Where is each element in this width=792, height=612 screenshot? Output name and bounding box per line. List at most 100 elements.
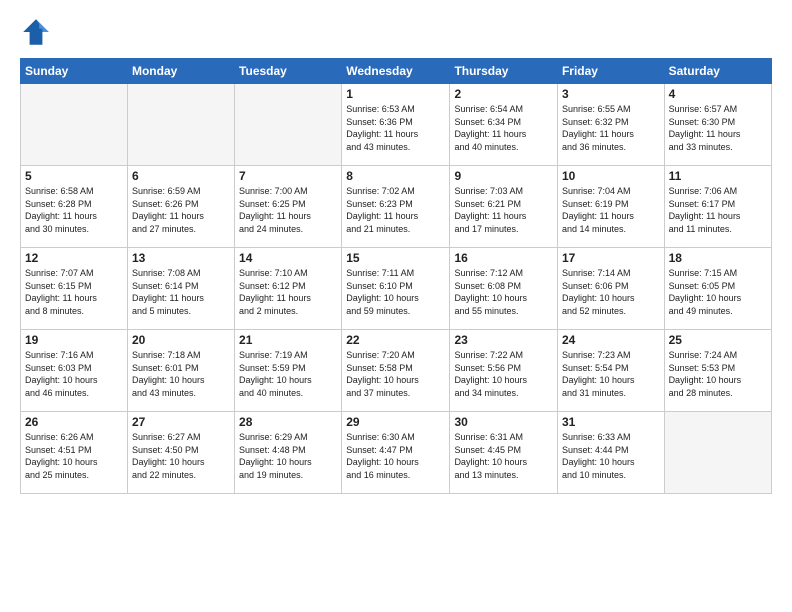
- day-number: 5: [25, 169, 123, 183]
- calendar-cell: 30 Sunrise: 6:31 AM Sunset: 4:45 PM Dayli…: [450, 412, 558, 494]
- day-info: Sunrise: 6:30 AM Sunset: 4:47 PM Dayligh…: [346, 431, 445, 481]
- calendar-cell: 25 Sunrise: 7:24 AM Sunset: 5:53 PM Dayli…: [664, 330, 771, 412]
- day-number: 30: [454, 415, 553, 429]
- day-info: Sunrise: 7:04 AM Sunset: 6:19 PM Dayligh…: [562, 185, 660, 235]
- day-number: 31: [562, 415, 660, 429]
- day-info: Sunrise: 7:03 AM Sunset: 6:21 PM Dayligh…: [454, 185, 553, 235]
- day-number: 22: [346, 333, 445, 347]
- day-number: 7: [239, 169, 337, 183]
- day-number: 6: [132, 169, 230, 183]
- day-number: 26: [25, 415, 123, 429]
- calendar-cell: 18 Sunrise: 7:15 AM Sunset: 6:05 PM Dayli…: [664, 248, 771, 330]
- day-number: 19: [25, 333, 123, 347]
- day-number: 13: [132, 251, 230, 265]
- page: SundayMondayTuesdayWednesdayThursdayFrid…: [0, 0, 792, 612]
- calendar-cell: 11 Sunrise: 7:06 AM Sunset: 6:17 PM Dayli…: [664, 166, 771, 248]
- weekday-tuesday: Tuesday: [235, 59, 342, 84]
- day-info: Sunrise: 6:55 AM Sunset: 6:32 PM Dayligh…: [562, 103, 660, 153]
- day-number: 16: [454, 251, 553, 265]
- calendar-cell: 28 Sunrise: 6:29 AM Sunset: 4:48 PM Dayli…: [235, 412, 342, 494]
- day-number: 11: [669, 169, 767, 183]
- day-info: Sunrise: 7:18 AM Sunset: 6:01 PM Dayligh…: [132, 349, 230, 399]
- calendar-cell: [235, 84, 342, 166]
- day-number: 25: [669, 333, 767, 347]
- weekday-sunday: Sunday: [21, 59, 128, 84]
- calendar-cell: 23 Sunrise: 7:22 AM Sunset: 5:56 PM Dayli…: [450, 330, 558, 412]
- day-number: 18: [669, 251, 767, 265]
- calendar-cell: 24 Sunrise: 7:23 AM Sunset: 5:54 PM Dayli…: [557, 330, 664, 412]
- day-info: Sunrise: 7:02 AM Sunset: 6:23 PM Dayligh…: [346, 185, 445, 235]
- day-info: Sunrise: 7:16 AM Sunset: 6:03 PM Dayligh…: [25, 349, 123, 399]
- day-number: 2: [454, 87, 553, 101]
- day-info: Sunrise: 7:10 AM Sunset: 6:12 PM Dayligh…: [239, 267, 337, 317]
- calendar-cell: [127, 84, 234, 166]
- day-info: Sunrise: 7:06 AM Sunset: 6:17 PM Dayligh…: [669, 185, 767, 235]
- day-info: Sunrise: 6:54 AM Sunset: 6:34 PM Dayligh…: [454, 103, 553, 153]
- calendar-cell: 13Sunrise: 7:08 AM Sunset: 6:14 PM Dayli…: [127, 248, 234, 330]
- day-number: 24: [562, 333, 660, 347]
- calendar-cell: 1 Sunrise: 6:53 AM Sunset: 6:36 PM Daylig…: [342, 84, 450, 166]
- day-info: Sunrise: 7:22 AM Sunset: 5:56 PM Dayligh…: [454, 349, 553, 399]
- calendar-cell: 2 Sunrise: 6:54 AM Sunset: 6:34 PM Daylig…: [450, 84, 558, 166]
- day-info: Sunrise: 7:19 AM Sunset: 5:59 PM Dayligh…: [239, 349, 337, 399]
- week-row-3: 19 Sunrise: 7:16 AM Sunset: 6:03 PM Dayli…: [21, 330, 772, 412]
- day-info: Sunrise: 7:15 AM Sunset: 6:05 PM Dayligh…: [669, 267, 767, 317]
- calendar-cell: 3 Sunrise: 6:55 AM Sunset: 6:32 PM Daylig…: [557, 84, 664, 166]
- day-number: 20: [132, 333, 230, 347]
- day-info: Sunrise: 7:14 AM Sunset: 6:06 PM Dayligh…: [562, 267, 660, 317]
- calendar-cell: 19 Sunrise: 7:16 AM Sunset: 6:03 PM Dayli…: [21, 330, 128, 412]
- week-row-4: 26Sunrise: 6:26 AM Sunset: 4:51 PM Dayli…: [21, 412, 772, 494]
- weekday-monday: Monday: [127, 59, 234, 84]
- week-row-2: 12 Sunrise: 7:07 AM Sunset: 6:15 PM Dayli…: [21, 248, 772, 330]
- day-info: Sunrise: 6:53 AM Sunset: 6:36 PM Dayligh…: [346, 103, 445, 153]
- calendar-cell: 10Sunrise: 7:04 AM Sunset: 6:19 PM Dayli…: [557, 166, 664, 248]
- day-info: Sunrise: 7:11 AM Sunset: 6:10 PM Dayligh…: [346, 267, 445, 317]
- day-info: Sunrise: 6:29 AM Sunset: 4:48 PM Dayligh…: [239, 431, 337, 481]
- day-number: 9: [454, 169, 553, 183]
- calendar-cell: 26Sunrise: 6:26 AM Sunset: 4:51 PM Dayli…: [21, 412, 128, 494]
- week-row-0: 1 Sunrise: 6:53 AM Sunset: 6:36 PM Daylig…: [21, 84, 772, 166]
- day-info: Sunrise: 7:07 AM Sunset: 6:15 PM Dayligh…: [25, 267, 123, 317]
- day-number: 17: [562, 251, 660, 265]
- day-number: 28: [239, 415, 337, 429]
- weekday-header-row: SundayMondayTuesdayWednesdayThursdayFrid…: [21, 59, 772, 84]
- day-info: Sunrise: 6:27 AM Sunset: 4:50 PM Dayligh…: [132, 431, 230, 481]
- day-number: 23: [454, 333, 553, 347]
- calendar-cell: 6 Sunrise: 6:59 AM Sunset: 6:26 PM Daylig…: [127, 166, 234, 248]
- calendar-cell: 14Sunrise: 7:10 AM Sunset: 6:12 PM Dayli…: [235, 248, 342, 330]
- day-number: 4: [669, 87, 767, 101]
- calendar-cell: 8 Sunrise: 7:02 AM Sunset: 6:23 PM Daylig…: [342, 166, 450, 248]
- calendar-cell: 16Sunrise: 7:12 AM Sunset: 6:08 PM Dayli…: [450, 248, 558, 330]
- day-info: Sunrise: 6:31 AM Sunset: 4:45 PM Dayligh…: [454, 431, 553, 481]
- weekday-saturday: Saturday: [664, 59, 771, 84]
- week-row-1: 5Sunrise: 6:58 AM Sunset: 6:28 PM Daylig…: [21, 166, 772, 248]
- calendar-cell: 21 Sunrise: 7:19 AM Sunset: 5:59 PM Dayli…: [235, 330, 342, 412]
- weekday-wednesday: Wednesday: [342, 59, 450, 84]
- calendar-cell: 31 Sunrise: 6:33 AM Sunset: 4:44 PM Dayli…: [557, 412, 664, 494]
- calendar-cell: 9 Sunrise: 7:03 AM Sunset: 6:21 PM Daylig…: [450, 166, 558, 248]
- calendar-cell: 22 Sunrise: 7:20 AM Sunset: 5:58 PM Dayli…: [342, 330, 450, 412]
- day-info: Sunrise: 7:20 AM Sunset: 5:58 PM Dayligh…: [346, 349, 445, 399]
- day-info: Sunrise: 7:00 AM Sunset: 6:25 PM Dayligh…: [239, 185, 337, 235]
- calendar-table: SundayMondayTuesdayWednesdayThursdayFrid…: [20, 58, 772, 494]
- day-info: Sunrise: 6:59 AM Sunset: 6:26 PM Dayligh…: [132, 185, 230, 235]
- day-number: 21: [239, 333, 337, 347]
- calendar-cell: [664, 412, 771, 494]
- day-info: Sunrise: 6:33 AM Sunset: 4:44 PM Dayligh…: [562, 431, 660, 481]
- day-info: Sunrise: 7:23 AM Sunset: 5:54 PM Dayligh…: [562, 349, 660, 399]
- calendar-cell: 4 Sunrise: 6:57 AM Sunset: 6:30 PM Daylig…: [664, 84, 771, 166]
- header: [20, 16, 772, 48]
- logo: [20, 16, 56, 48]
- day-info: Sunrise: 7:24 AM Sunset: 5:53 PM Dayligh…: [669, 349, 767, 399]
- day-number: 8: [346, 169, 445, 183]
- day-number: 1: [346, 87, 445, 101]
- calendar-cell: 29Sunrise: 6:30 AM Sunset: 4:47 PM Dayli…: [342, 412, 450, 494]
- day-number: 15: [346, 251, 445, 265]
- day-number: 3: [562, 87, 660, 101]
- day-number: 12: [25, 251, 123, 265]
- calendar-cell: 12 Sunrise: 7:07 AM Sunset: 6:15 PM Dayli…: [21, 248, 128, 330]
- calendar-cell: 27Sunrise: 6:27 AM Sunset: 4:50 PM Dayli…: [127, 412, 234, 494]
- calendar-cell: 7 Sunrise: 7:00 AM Sunset: 6:25 PM Daylig…: [235, 166, 342, 248]
- day-info: Sunrise: 6:57 AM Sunset: 6:30 PM Dayligh…: [669, 103, 767, 153]
- logo-icon: [20, 16, 52, 48]
